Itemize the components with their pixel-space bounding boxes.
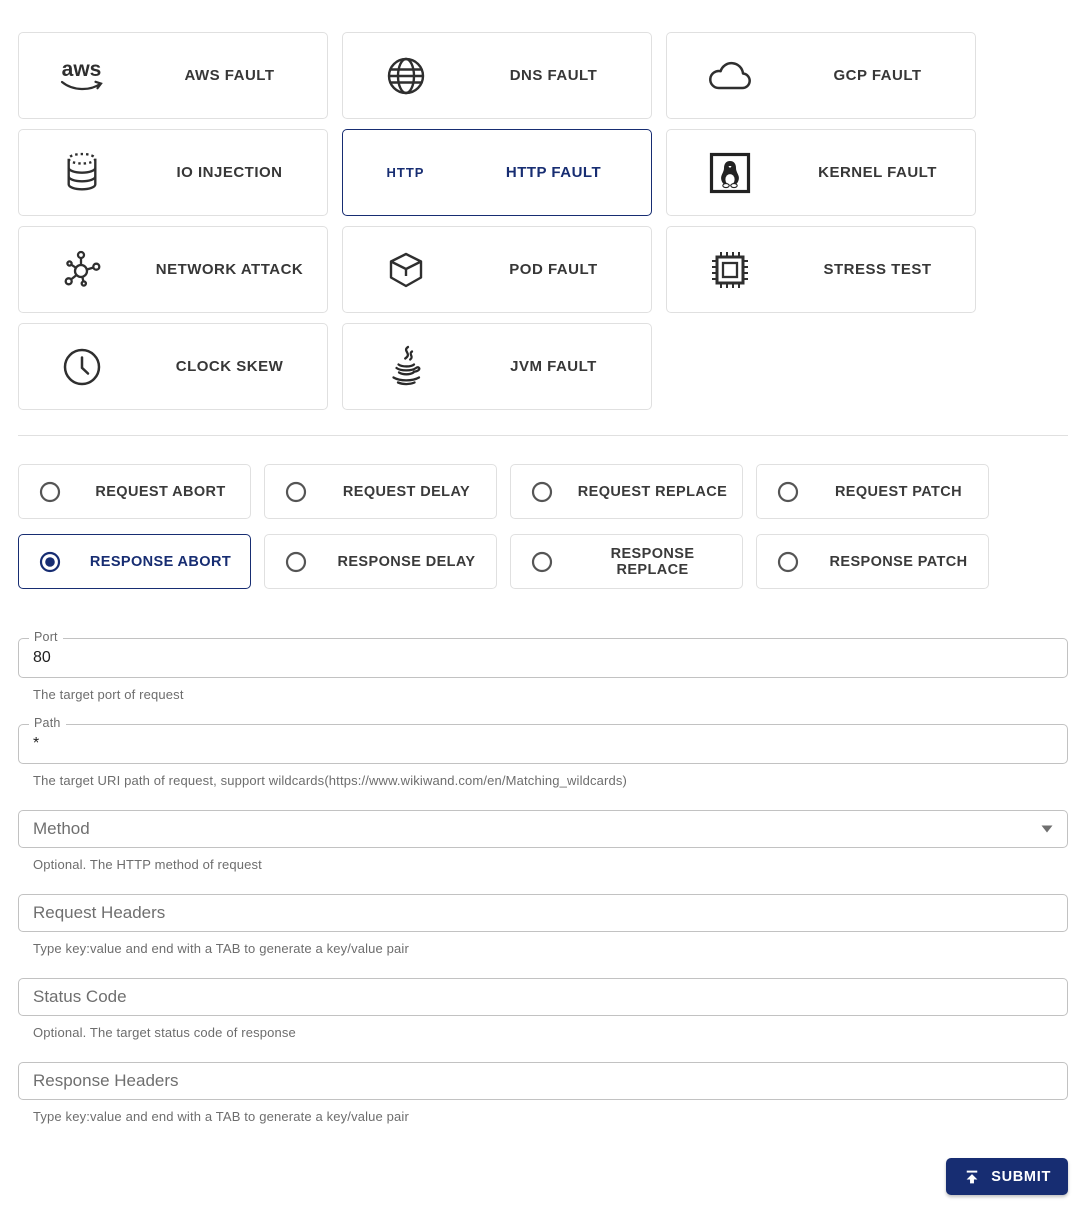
cpu-chip-icon <box>667 248 792 292</box>
action-label: RESPONSE ABORT <box>89 553 232 570</box>
publish-icon <box>963 1168 981 1186</box>
port-field-label: Port <box>29 630 63 644</box>
request-headers-field-group: Type key:value and end with a TAB to gen… <box>18 894 1068 956</box>
fault-card-jvm[interactable]: JVM FAULT <box>342 323 652 410</box>
request-headers-field <box>18 894 1068 932</box>
radio-checked-icon <box>19 551 81 573</box>
radio-unchecked-icon <box>511 551 573 573</box>
action-label: RESPONSE DELAY <box>337 553 476 570</box>
status-code-input[interactable] <box>33 987 1053 1007</box>
radio-unchecked-icon <box>19 481 81 503</box>
action-label: REQUEST ABORT <box>95 483 226 500</box>
fault-card-label: NETWORK ATTACK <box>155 261 304 278</box>
action-request-replace[interactable]: REQUEST REPLACE <box>510 464 743 519</box>
fault-type-grid: aws AWS FAULT DNS FAULT GCP FAULT IO INJ… <box>18 32 1068 410</box>
action-request-delay[interactable]: REQUEST DELAY <box>264 464 497 519</box>
fault-card-label: HTTP FAULT <box>505 164 602 181</box>
response-headers-field-group: Type key:value and end with a TAB to gen… <box>18 1062 1068 1124</box>
fault-card-label: JVM FAULT <box>510 358 597 375</box>
fault-card-label: CLOCK SKEW <box>175 358 284 375</box>
fault-card-label: IO INJECTION <box>176 164 283 181</box>
submit-button-label: SUBMIT <box>991 1168 1051 1185</box>
request-headers-input[interactable] <box>33 903 1053 923</box>
fault-card-label: DNS FAULT <box>509 67 598 84</box>
action-response-replace[interactable]: RESPONSE REPLACE <box>510 534 743 589</box>
fault-card-label: KERNEL FAULT <box>818 164 937 181</box>
radio-unchecked-icon <box>757 481 819 503</box>
action-response-patch[interactable]: RESPONSE PATCH <box>756 534 989 589</box>
action-label: REQUEST PATCH <box>834 483 963 500</box>
globe-icon <box>343 55 468 97</box>
radio-unchecked-icon <box>265 551 327 573</box>
action-request-patch[interactable]: REQUEST PATCH <box>756 464 989 519</box>
fault-card-aws[interactable]: aws AWS FAULT <box>18 32 328 119</box>
chevron-down-icon <box>1033 825 1053 833</box>
radio-unchecked-icon <box>757 551 819 573</box>
action-response-delay[interactable]: RESPONSE DELAY <box>264 534 497 589</box>
response-headers-field <box>18 1062 1068 1100</box>
submit-row: SUBMIT <box>18 1158 1068 1195</box>
section-divider <box>18 435 1068 436</box>
fault-card-io[interactable]: IO INJECTION <box>18 129 328 216</box>
action-label: RESPONSE PATCH <box>829 553 968 570</box>
request-headers-helper-text: Type key:value and end with a TAB to gen… <box>33 941 409 956</box>
path-field-group: Path The target URI path of request, sup… <box>18 716 1068 788</box>
http-action-grid: REQUEST ABORT REQUEST DELAY REQUEST REPL… <box>18 464 1068 589</box>
port-field: Port <box>18 630 1068 678</box>
clock-icon <box>19 346 144 388</box>
status-code-field <box>18 978 1068 1016</box>
tux-icon <box>667 152 792 194</box>
radio-unchecked-icon <box>511 481 573 503</box>
method-field-group: Optional. The HTTP method of request <box>18 810 1068 872</box>
action-response-abort[interactable]: RESPONSE ABORT <box>18 534 251 589</box>
status-code-helper-text: Optional. The target status code of resp… <box>33 1025 296 1040</box>
fault-card-label: STRESS TEST <box>823 261 932 278</box>
action-label: REQUEST DELAY <box>342 483 471 500</box>
fault-card-network[interactable]: NETWORK ATTACK <box>18 226 328 313</box>
cube-icon <box>343 249 468 291</box>
method-select-field[interactable] <box>18 810 1068 848</box>
fault-card-gcp[interactable]: GCP FAULT <box>666 32 976 119</box>
port-helper-text: The target port of request <box>33 687 184 702</box>
path-field: Path <box>18 716 1068 764</box>
method-select-input[interactable] <box>33 819 1033 839</box>
aws-icon: aws <box>19 59 144 93</box>
fault-card-dns[interactable]: DNS FAULT <box>342 32 652 119</box>
response-headers-helper-text: Type key:value and end with a TAB to gen… <box>33 1109 409 1124</box>
path-field-label: Path <box>29 716 66 730</box>
submit-button[interactable]: SUBMIT <box>946 1158 1068 1195</box>
radio-unchecked-icon <box>265 481 327 503</box>
action-request-abort[interactable]: REQUEST ABORT <box>18 464 251 519</box>
fault-card-clock[interactable]: CLOCK SKEW <box>18 323 328 410</box>
fault-card-http[interactable]: HTTP HTTP FAULT <box>342 129 652 216</box>
network-nodes-icon <box>19 248 144 292</box>
http-fault-form: Port The target port of request Path The… <box>18 630 1068 1195</box>
path-helper-text: The target URI path of request, support … <box>33 773 628 788</box>
response-headers-input[interactable] <box>33 1071 1053 1091</box>
method-helper-text: Optional. The HTTP method of request <box>33 857 262 872</box>
fault-card-label: AWS FAULT <box>184 67 275 84</box>
java-cup-icon <box>343 345 468 389</box>
database-icon <box>19 151 144 195</box>
status-code-field-group: Optional. The target status code of resp… <box>18 978 1068 1040</box>
cloud-icon <box>667 59 792 93</box>
fault-card-label: POD FAULT <box>509 261 598 278</box>
path-input[interactable] <box>33 735 1053 753</box>
port-input[interactable] <box>33 649 1053 667</box>
fault-card-pod[interactable]: POD FAULT <box>342 226 652 313</box>
fault-card-kernel[interactable]: KERNEL FAULT <box>666 129 976 216</box>
http-text-icon: HTTP <box>386 165 425 180</box>
fault-card-label: GCP FAULT <box>833 67 922 84</box>
action-label: RESPONSE REPLACE <box>610 545 695 578</box>
port-field-group: Port The target port of request <box>18 630 1068 702</box>
fault-card-stress[interactable]: STRESS TEST <box>666 226 976 313</box>
action-label: REQUEST REPLACE <box>577 483 728 500</box>
